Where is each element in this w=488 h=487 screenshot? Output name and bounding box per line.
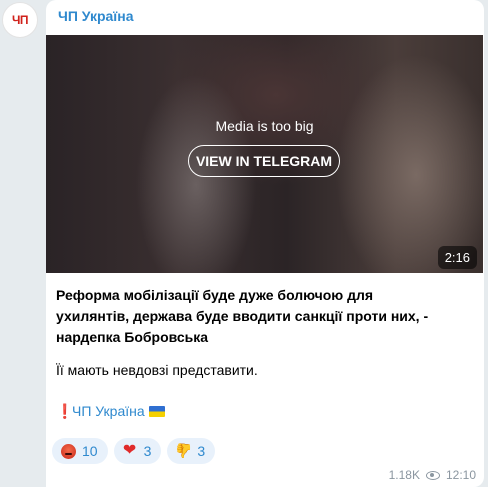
post-headline: Реформа мобілізації буде дуже болючою дл…	[56, 287, 429, 345]
media-notice: Media is too big	[215, 118, 314, 134]
heart-icon: ❤	[122, 442, 137, 459]
thumbs-down-icon: 👍	[174, 443, 193, 459]
message-bubble: ЧП Україна Media is too big VIEW IN TELE…	[46, 0, 484, 487]
channel-avatar[interactable]: ЧП	[2, 2, 38, 38]
reaction-heart[interactable]: ❤ 3	[113, 438, 162, 464]
channel-name-link[interactable]: ЧП Україна	[58, 8, 134, 24]
angry-face-icon	[60, 443, 76, 459]
signature-channel-link[interactable]: ЧП Україна	[72, 401, 145, 422]
message-meta: 1.18K 12:10	[389, 468, 476, 482]
reaction-count: 3	[197, 443, 206, 459]
view-in-telegram-button[interactable]: VIEW IN TELEGRAM	[188, 145, 340, 177]
view-count: 1.18K	[388, 468, 420, 482]
video-preview[interactable]: Media is too big VIEW IN TELEGRAM 2:16	[46, 35, 483, 273]
reaction-count: 3	[143, 443, 152, 459]
exclamation-icon: ❗	[56, 403, 74, 419]
reactions-bar: 10 ❤ 3 👍 3	[52, 438, 216, 464]
post-signature: ❗ ЧП Україна	[56, 401, 436, 422]
ukraine-flag-icon	[148, 406, 165, 417]
reaction-angry[interactable]: 10	[52, 438, 108, 464]
message-time: 12:10	[445, 468, 476, 482]
video-duration-badge: 2:16	[437, 246, 477, 269]
eye-icon	[425, 470, 440, 480]
reaction-count: 10	[82, 443, 98, 459]
reaction-thumbs-down[interactable]: 👍 3	[167, 438, 216, 464]
post-body: Реформа мобілізації буде дуже болючою дл…	[56, 285, 436, 422]
post-paragraph: Її мають невдовзі представити.	[56, 362, 258, 378]
